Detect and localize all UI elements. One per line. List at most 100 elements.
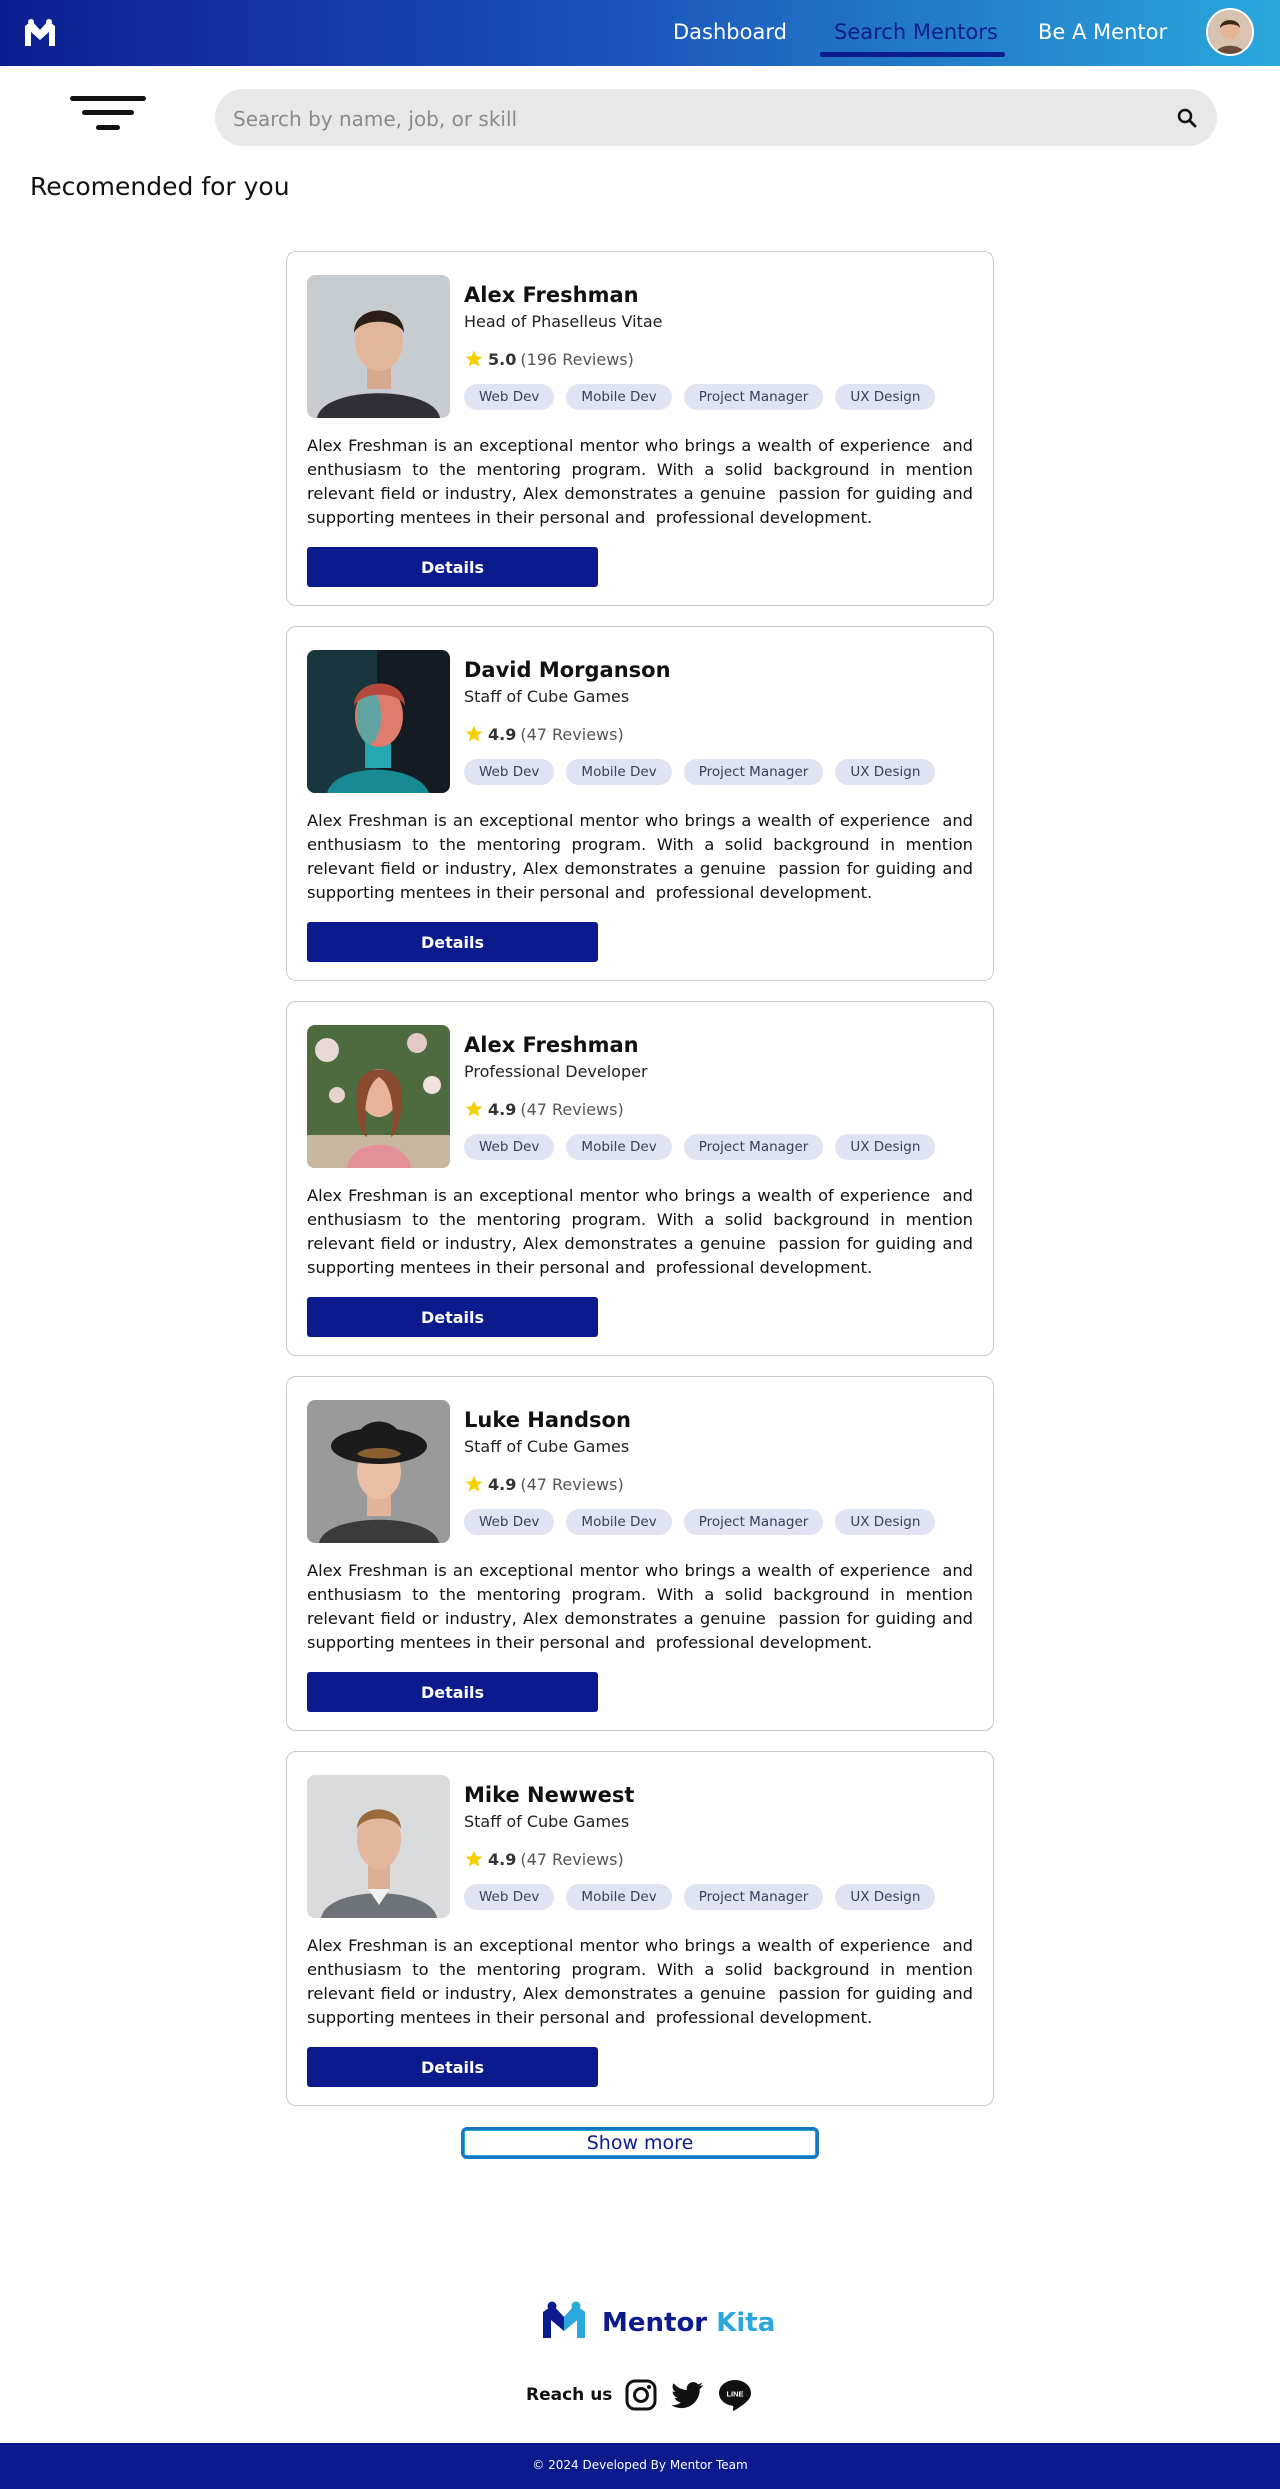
skill-tag: Web Dev: [464, 1134, 555, 1160]
skill-tag: Project Manager: [683, 384, 824, 410]
line-icon[interactable]: LINE: [718, 2378, 752, 2412]
search-input[interactable]: [231, 99, 1135, 138]
mentor-photo: [307, 650, 450, 793]
skill-tag: Mobile Dev: [566, 1509, 672, 1535]
brand-word-mentor: Mentor: [602, 2308, 708, 2338]
mentor-card: Luke Handson Staff of Cube Games 4.9 (47…: [286, 1376, 994, 1731]
search-bar: [215, 89, 1217, 146]
star-icon: [465, 350, 483, 367]
rating-value: 5.0: [488, 349, 517, 369]
mentor-description: Alex Freshman is an exceptional mentor w…: [307, 436, 979, 527]
mentor-card: David Morganson Staff of Cube Games 4.9 …: [286, 626, 994, 981]
mentor-photo: [307, 1025, 450, 1168]
user-avatar[interactable]: [1206, 8, 1254, 56]
rating-value: 4.9: [488, 1099, 517, 1119]
mentor-card: Alex Freshman Professional Developer 4.9…: [286, 1001, 994, 1356]
mentor-role: Head of Phaselleus Vitae: [464, 312, 663, 331]
skill-tag: Mobile Dev: [566, 1134, 672, 1160]
mentor-kita-logo-icon: [543, 2301, 585, 2338]
skill-tag: Mobile Dev: [566, 384, 672, 410]
skill-tags: Web Dev Mobile Dev Project Manager UX De…: [464, 759, 936, 785]
review-count: (47 Reviews): [520, 1849, 624, 1869]
rating-value: 4.9: [488, 1849, 517, 1869]
mentor-card: Mike Newwest Staff of Cube Games 4.9 (47…: [286, 1751, 994, 2106]
mentor-photo: [307, 275, 450, 418]
star-icon: [465, 1850, 483, 1867]
skill-tag: UX Design: [835, 1509, 936, 1535]
skill-tag: Project Manager: [683, 1884, 824, 1910]
mentor-role: Staff of Cube Games: [464, 687, 630, 706]
review-count: (47 Reviews): [520, 724, 624, 744]
mentor-description: Alex Freshman is an exceptional mentor w…: [307, 811, 979, 902]
review-count: (47 Reviews): [520, 1474, 624, 1494]
skill-tag: Mobile Dev: [566, 759, 672, 785]
user-avatar-photo: [1208, 10, 1252, 54]
nav-be-a-mentor-link[interactable]: Be A Mentor: [1038, 20, 1167, 44]
skill-tag: UX Design: [835, 759, 936, 785]
brand-word-kita: Kita: [716, 2308, 776, 2338]
skill-tags: Web Dev Mobile Dev Project Manager UX De…: [464, 384, 936, 410]
review-count: (196 Reviews): [520, 349, 634, 369]
star-icon: [465, 1100, 483, 1117]
mentor-kita-logo-icon[interactable]: [22, 18, 58, 48]
details-button[interactable]: Details: [307, 922, 598, 962]
details-button[interactable]: Details: [307, 547, 598, 587]
skill-tag: Mobile Dev: [566, 1884, 672, 1910]
twitter-icon[interactable]: [671, 2378, 705, 2412]
skill-tag: UX Design: [835, 1134, 936, 1160]
details-button[interactable]: Details: [307, 1672, 598, 1712]
mentor-rating: 4.9 (47 Reviews): [464, 1099, 624, 1119]
skill-tags: Web Dev Mobile Dev Project Manager UX De…: [464, 1134, 936, 1160]
mentor-rating: 4.9 (47 Reviews): [464, 1849, 624, 1869]
skill-tag: Web Dev: [464, 1884, 555, 1910]
details-button[interactable]: Details: [307, 1297, 598, 1337]
skill-tag: Web Dev: [464, 384, 555, 410]
skill-tag: Project Manager: [683, 1509, 824, 1535]
filter-menu-icon[interactable]: [70, 96, 146, 140]
reach-us-label: Reach us: [526, 2385, 613, 2405]
mentor-role: Professional Developer: [464, 1062, 648, 1081]
mentor-name: Luke Handson: [464, 1408, 631, 1432]
svg-text:LINE: LINE: [726, 2390, 743, 2399]
skill-tag: Project Manager: [683, 759, 824, 785]
mentor-description: Alex Freshman is an exceptional mentor w…: [307, 1936, 979, 2027]
star-icon: [465, 725, 483, 742]
skill-tag: UX Design: [835, 384, 936, 410]
mentor-role: Staff of Cube Games: [464, 1812, 630, 1831]
skill-tag: UX Design: [835, 1884, 936, 1910]
top-navbar: Dashboard Search Mentors Be A Mentor: [0, 0, 1280, 66]
nav-search-mentors-link[interactable]: Search Mentors: [834, 20, 998, 44]
mentor-name: Alex Freshman: [464, 1033, 639, 1057]
mentor-name: David Morganson: [464, 658, 671, 682]
active-tab-underline: [820, 52, 1005, 57]
mentor-description: Alex Freshman is an exceptional mentor w…: [307, 1561, 979, 1652]
instagram-icon[interactable]: [624, 2378, 658, 2412]
mentor-name: Mike Newwest: [464, 1783, 635, 1807]
section-title: Recomended for you: [30, 172, 290, 201]
skill-tag: Web Dev: [464, 759, 555, 785]
mentor-photo: [307, 1400, 450, 1543]
mentor-name: Alex Freshman: [464, 283, 639, 307]
mentor-rating: 5.0 (196 Reviews): [464, 349, 634, 369]
footer-bar: © 2024 Developed By Mentor Team: [0, 2443, 1280, 2489]
review-count: (47 Reviews): [520, 1099, 624, 1119]
show-more-button[interactable]: Show more: [461, 2127, 819, 2159]
mentor-rating: 4.9 (47 Reviews): [464, 1474, 624, 1494]
nav-dashboard-link[interactable]: Dashboard: [673, 20, 787, 44]
copyright-text: © 2024 Developed By Mentor Team: [532, 2458, 748, 2472]
mentor-list: Alex Freshman Head of Phaselleus Vitae 5…: [286, 251, 994, 2126]
mentor-description: Alex Freshman is an exceptional mentor w…: [307, 1186, 979, 1277]
rating-value: 4.9: [488, 724, 517, 744]
rating-value: 4.9: [488, 1474, 517, 1494]
skill-tag: Project Manager: [683, 1134, 824, 1160]
mentor-card: Alex Freshman Head of Phaselleus Vitae 5…: [286, 251, 994, 606]
skill-tags: Web Dev Mobile Dev Project Manager UX De…: [464, 1884, 936, 1910]
footer-brand: Mentor Kita: [602, 2308, 775, 2338]
skill-tags: Web Dev Mobile Dev Project Manager UX De…: [464, 1509, 936, 1535]
search-icon[interactable]: [1175, 106, 1199, 130]
star-icon: [465, 1475, 483, 1492]
mentor-photo: [307, 1775, 450, 1918]
skill-tag: Web Dev: [464, 1509, 555, 1535]
mentor-role: Staff of Cube Games: [464, 1437, 630, 1456]
details-button[interactable]: Details: [307, 2047, 598, 2087]
